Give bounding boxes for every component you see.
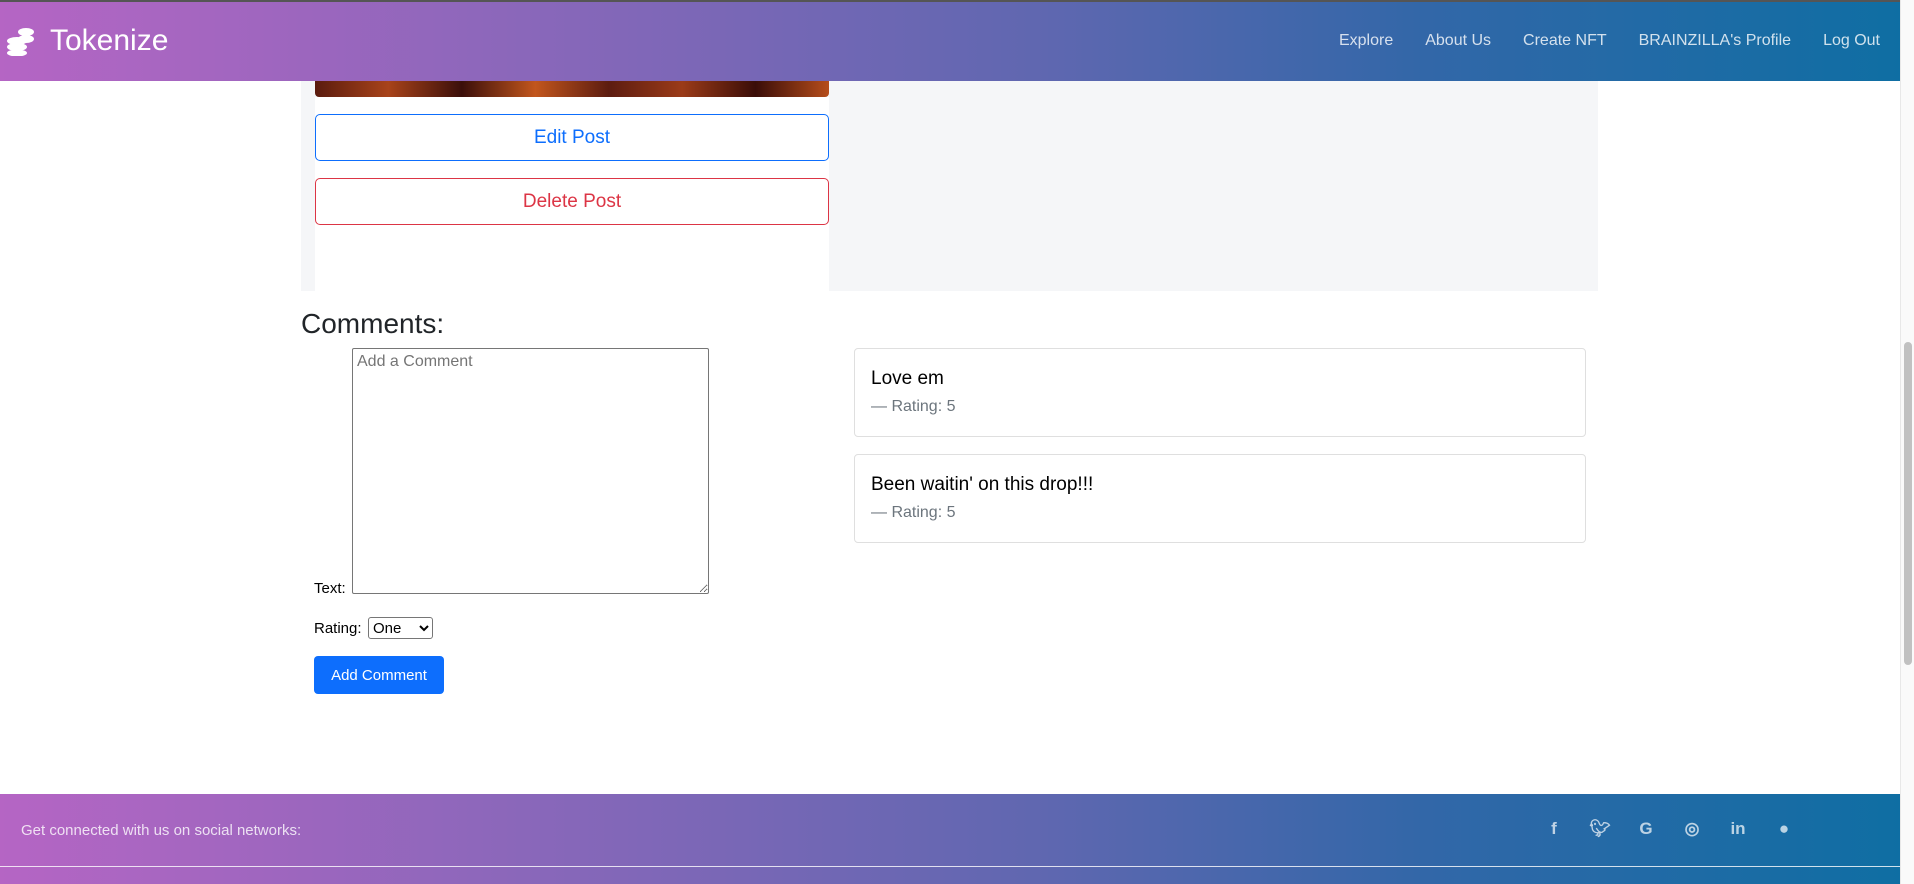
- social-links: f 🐦︎ G ◎ in ●: [1542, 819, 1796, 839]
- comments-heading: Comments:: [301, 308, 445, 339]
- comment-text-input[interactable]: [352, 348, 709, 594]
- comment-card: Been waitin' on this drop!!! — Rating: 5: [854, 454, 1586, 543]
- footer-divider: [0, 866, 1900, 867]
- twitter-icon[interactable]: 🐦︎: [1588, 819, 1612, 839]
- comment-text: Love em: [871, 368, 944, 389]
- rating-label: Rating:: [314, 620, 362, 637]
- scrollbar-thumb[interactable]: [1904, 342, 1912, 665]
- nav-explore[interactable]: Explore: [1339, 32, 1393, 50]
- navbar: Tokenize Explore About Us Create NFT BRA…: [0, 0, 1900, 81]
- scrollbar[interactable]: [1900, 0, 1914, 884]
- delete-post-button[interactable]: Delete Post: [315, 178, 829, 225]
- add-comment-button[interactable]: Add Comment: [314, 656, 444, 694]
- instagram-icon[interactable]: ◎: [1680, 819, 1704, 839]
- coins-icon: [7, 28, 34, 56]
- nav-log-out[interactable]: Log Out: [1823, 32, 1880, 50]
- linkedin-icon[interactable]: in: [1726, 819, 1750, 839]
- edit-post-button[interactable]: Edit Post: [315, 114, 829, 161]
- facebook-icon[interactable]: f: [1542, 819, 1566, 839]
- brand-name: Tokenize: [50, 24, 169, 57]
- comment-rating: — Rating: 5: [871, 398, 956, 415]
- nav-create-nft[interactable]: Create NFT: [1523, 32, 1607, 50]
- footer-text: Get connected with us on social networks…: [21, 822, 302, 839]
- google-icon[interactable]: G: [1634, 819, 1658, 839]
- brand-link[interactable]: Tokenize: [6, 24, 168, 58]
- nav-profile[interactable]: BRAINZILLA's Profile: [1639, 32, 1791, 50]
- github-icon[interactable]: ●: [1772, 819, 1796, 839]
- nav-links: Explore About Us Create NFT BRAINZILLA's…: [1339, 32, 1880, 50]
- footer: Get connected with us on social networks…: [0, 794, 1900, 884]
- nft-image: [315, 81, 829, 97]
- rating-select[interactable]: One: [368, 617, 433, 639]
- comment-rating: — Rating: 5: [871, 504, 956, 521]
- text-label: Text:: [314, 580, 346, 597]
- comment-text: Been waitin' on this drop!!!: [871, 474, 1094, 495]
- nav-about-us[interactable]: About Us: [1425, 32, 1491, 50]
- comment-card: Love em — Rating: 5: [854, 348, 1586, 437]
